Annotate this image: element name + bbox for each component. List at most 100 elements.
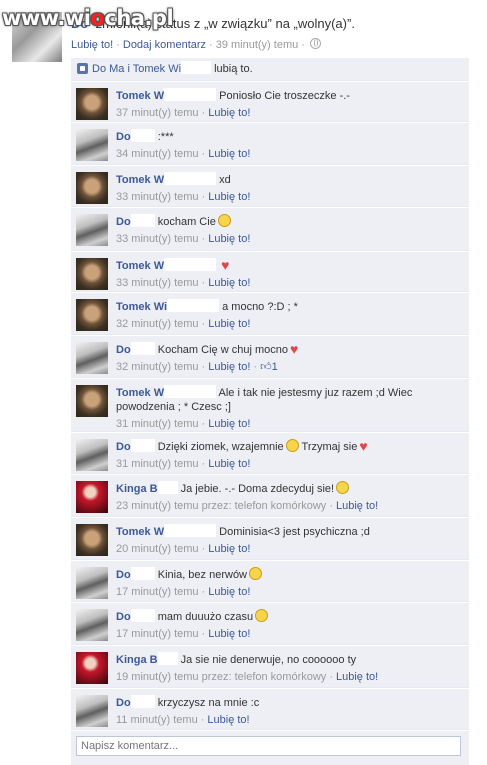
comment-avatar[interactable] — [76, 172, 108, 204]
comment-meta: 31 minut(y) temu · Lubię to! — [116, 458, 251, 470]
redacted-name — [164, 524, 217, 537]
comment-avatar[interactable] — [76, 214, 108, 246]
comment-like-link[interactable]: Lubię to! — [208, 318, 250, 330]
comment-text: :*** — [157, 131, 174, 143]
comment-list: Tomek W Poniosło Cie troszeczke -.- 37 mi… — [71, 81, 469, 730]
like-thumb-icon — [77, 63, 88, 74]
comment-avatar[interactable] — [76, 524, 108, 556]
comment-timestamp[interactable]: 23 minut(y) temu przez: telefon komórkow… — [116, 500, 326, 512]
comment-timestamp[interactable]: 31 minut(y) temu — [116, 458, 199, 470]
comment-avatar[interactable] — [76, 88, 108, 120]
comment-like-link[interactable]: Lubię to! — [207, 714, 249, 726]
comment-like-link[interactable]: Lubię to! — [208, 191, 250, 203]
comment-avatar[interactable] — [76, 652, 108, 684]
comment-body: Do krzyczysz na mnie :c 11 minut(y) temu ·… — [116, 695, 463, 727]
comment-timestamp[interactable]: 17 minut(y) temu — [116, 586, 199, 598]
comment-avatar[interactable] — [76, 609, 108, 641]
redacted-name — [164, 258, 217, 271]
comment-avatar[interactable] — [76, 129, 108, 161]
comment-like-link[interactable]: Lubię to! — [208, 277, 250, 289]
comment-body: Do Dzięki ziomek, wzajemnie Trzymaj sie ♥… — [116, 439, 463, 471]
comment-avatar[interactable] — [76, 342, 108, 374]
comment-timestamp[interactable]: 11 minut(y) temu — [116, 714, 198, 726]
comment-author-link[interactable]: Do — [116, 611, 131, 623]
comment-like-link[interactable]: Lubię to! — [208, 233, 250, 245]
comment-body: Kinga B Ja sie nie denerwuje, no coooooo… — [116, 652, 463, 684]
comment-body: Tomek W xd 33 minut(y) temu · Lubię to! — [116, 172, 463, 204]
story-actions: Lubię to! · Dodaj komentarz · 39 minut(y) te… — [71, 38, 321, 51]
comment-meta: 33 minut(y) temu · Lubię to! — [116, 277, 251, 289]
comment-like-link[interactable]: Lubię to! — [336, 500, 378, 512]
comment-author-link[interactable]: Do — [116, 131, 131, 143]
comment-like-link[interactable]: Lubię to! — [208, 107, 250, 119]
comment-author-link[interactable]: Do — [116, 441, 131, 453]
comment-author-link[interactable]: Do — [116, 569, 131, 581]
redacted-name — [181, 61, 212, 74]
comment-author-link[interactable]: Tomek W — [116, 526, 164, 538]
redacted-name — [167, 299, 220, 312]
comment-item: Tomek W Poniosło Cie troszeczke -.- 37 mi… — [71, 81, 469, 122]
comment-like-link[interactable]: Lubię to! — [208, 458, 250, 470]
comment-input[interactable] — [76, 736, 461, 756]
comment-item: Tomek Wi a mocno ?:D ; * 32 minut(y) temu… — [71, 292, 469, 335]
comment-item: Do Kocham Cię w chuj mocno ♥ 32 minut(y) t… — [71, 335, 469, 378]
comment-item: Kinga B Ja jebie. -.- Doma zdecyduj sie!… — [71, 474, 469, 517]
comment-timestamp[interactable]: 31 minut(y) temu — [116, 418, 199, 430]
comment-text: Dominisia<3 jest psychiczna ;d — [219, 526, 370, 538]
comment-like-link[interactable]: Lubię to! — [208, 543, 250, 555]
comment-avatar[interactable] — [76, 385, 108, 417]
comment-avatar[interactable] — [76, 481, 108, 513]
comment-timestamp[interactable]: 32 minut(y) temu — [116, 318, 199, 330]
comment-timestamp[interactable]: 33 minut(y) temu — [116, 191, 199, 203]
comment-avatar[interactable] — [76, 439, 108, 471]
comment-avatar[interactable] — [76, 567, 108, 599]
comment-timestamp[interactable]: 19 minut(y) temu przez: telefon komórkow… — [116, 671, 326, 683]
comment-like-link[interactable]: Lubię to! — [208, 361, 250, 373]
smiley-emoticon — [336, 481, 350, 494]
comment-avatar[interactable] — [76, 299, 108, 331]
story-timestamp[interactable]: 39 minut(y) temu — [216, 39, 299, 51]
comment-avatar[interactable] — [76, 258, 108, 290]
redacted-name — [130, 609, 155, 622]
comment-author-link[interactable]: Do — [116, 216, 131, 228]
comment-like-count[interactable]: 👍︎1 — [260, 361, 278, 373]
comment-timestamp[interactable]: 20 minut(y) temu — [116, 543, 199, 555]
comment-body: Tomek W Poniosło Cie troszeczke -.- 37 mi… — [116, 88, 463, 120]
comment-like-link[interactable]: Lubię to! — [336, 671, 378, 683]
likers-link[interactable]: Do Ma i Tomek Wi — [92, 63, 181, 75]
redacted-name — [130, 129, 155, 142]
comment-author-link[interactable]: Do — [116, 697, 131, 709]
comment-timestamp[interactable]: 17 minut(y) temu — [116, 628, 199, 640]
comment-body: Tomek Wi a mocno ?:D ; * 32 minut(y) temu… — [116, 299, 463, 331]
comment-text: kocham Cie — [157, 216, 216, 228]
comment-timestamp[interactable]: 32 minut(y) temu — [116, 361, 199, 373]
redacted-name — [130, 342, 155, 355]
heart-emoticon: ♥ — [289, 341, 299, 357]
comment-like-link[interactable]: Lubię to! — [208, 148, 250, 160]
comment-item: Tomek W Dominisia<3 jest psychiczna ;d 20… — [71, 517, 469, 560]
comment-author-link[interactable]: Kinga B — [116, 483, 158, 495]
comment-timestamp[interactable]: 33 minut(y) temu — [116, 233, 199, 245]
comment-author-link[interactable]: Tomek W — [116, 174, 164, 186]
comment-body: Do kocham Cie 33 minut(y) temu · Lubię to! — [116, 214, 463, 246]
story-like-link[interactable]: Lubię to! — [71, 39, 113, 51]
comment-author-link[interactable]: Do — [116, 344, 131, 356]
add-comment-link[interactable]: Dodaj komentarz — [123, 39, 206, 51]
comment-author-link[interactable]: Tomek Wi — [116, 301, 167, 313]
comment-like-link[interactable]: Lubię to! — [208, 418, 250, 430]
comment-item: Tomek W Ale i tak nie jestesmy juz razem… — [71, 378, 469, 432]
comment-like-link[interactable]: Lubię to! — [208, 628, 250, 640]
comment-author-link[interactable]: Tomek W — [116, 90, 164, 102]
comment-timestamp[interactable]: 37 minut(y) temu — [116, 107, 199, 119]
comment-meta: 32 minut(y) temu · Lubię to! · 👍︎1 — [116, 361, 278, 373]
comment-meta: 33 minut(y) temu · Lubię to! — [116, 191, 251, 203]
redacted-name — [130, 214, 155, 227]
comment-author-link[interactable]: Tomek W — [116, 387, 164, 399]
comment-like-link[interactable]: Lubię to! — [208, 586, 250, 598]
comment-item: Do kocham Cie 33 minut(y) temu · Lubię to! — [71, 207, 469, 251]
comment-timestamp[interactable]: 33 minut(y) temu — [116, 277, 199, 289]
comment-timestamp[interactable]: 34 minut(y) temu — [116, 148, 199, 160]
comment-author-link[interactable]: Tomek W — [116, 260, 164, 272]
comment-author-link[interactable]: Kinga B — [116, 654, 158, 666]
comment-avatar[interactable] — [76, 695, 108, 727]
